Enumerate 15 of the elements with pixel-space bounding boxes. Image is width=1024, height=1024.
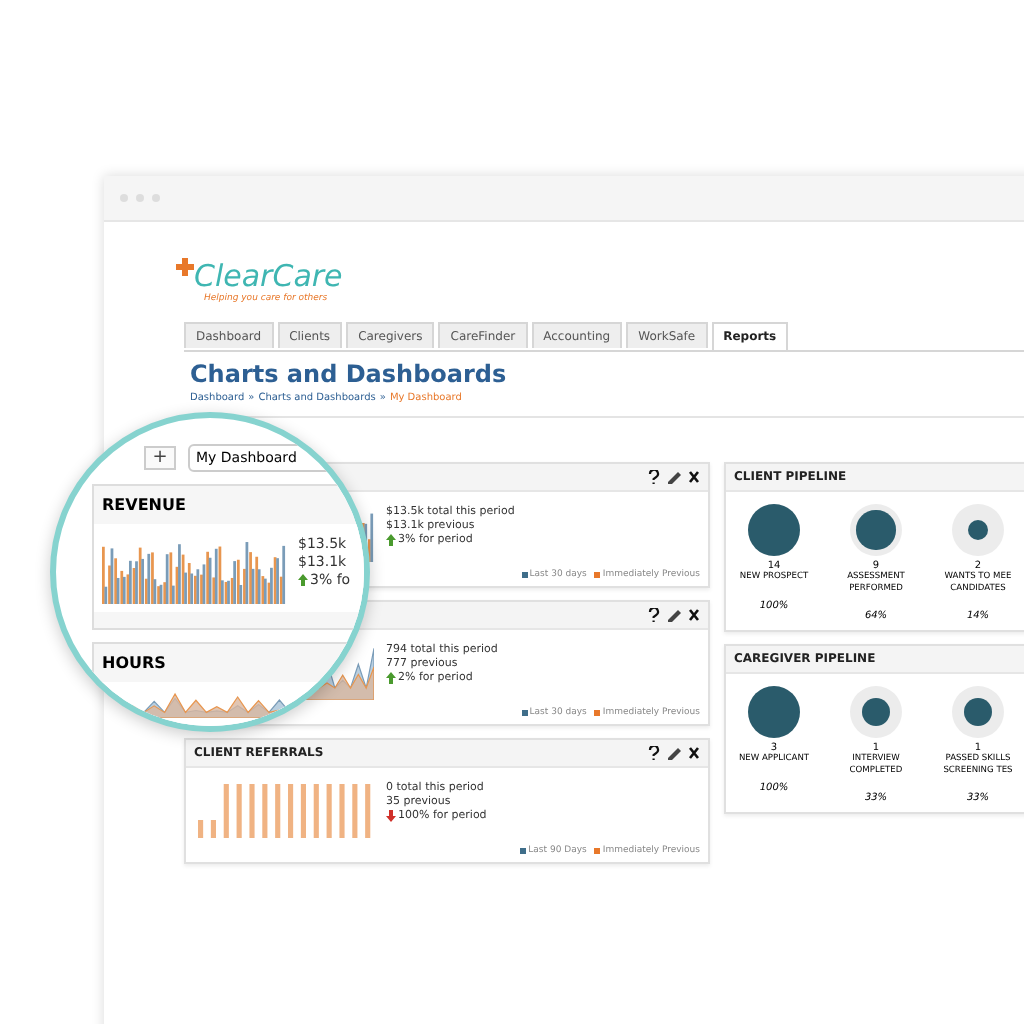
pipeline-circle-icon — [850, 686, 902, 738]
page-title: Charts and Dashboards — [190, 360, 509, 388]
pipeline-circle-icon — [748, 686, 800, 738]
widget-title: HOURS — [102, 654, 166, 672]
pipeline-circle-icon — [748, 504, 800, 556]
panel-actions-icon[interactable] — [648, 470, 700, 484]
widget-title: REVENUE — [102, 496, 186, 514]
panel-actions-icon[interactable] — [648, 608, 700, 622]
pipeline-circle-icon — [850, 504, 902, 556]
plus-logo-icon — [176, 258, 194, 276]
logo: ClearCare — [194, 258, 343, 294]
add-button[interactable]: + — [144, 446, 176, 470]
pipeline-circle-icon — [952, 504, 1004, 556]
panel-actions-icon[interactable] — [648, 746, 700, 760]
pipeline-circle-icon — [952, 686, 1004, 738]
